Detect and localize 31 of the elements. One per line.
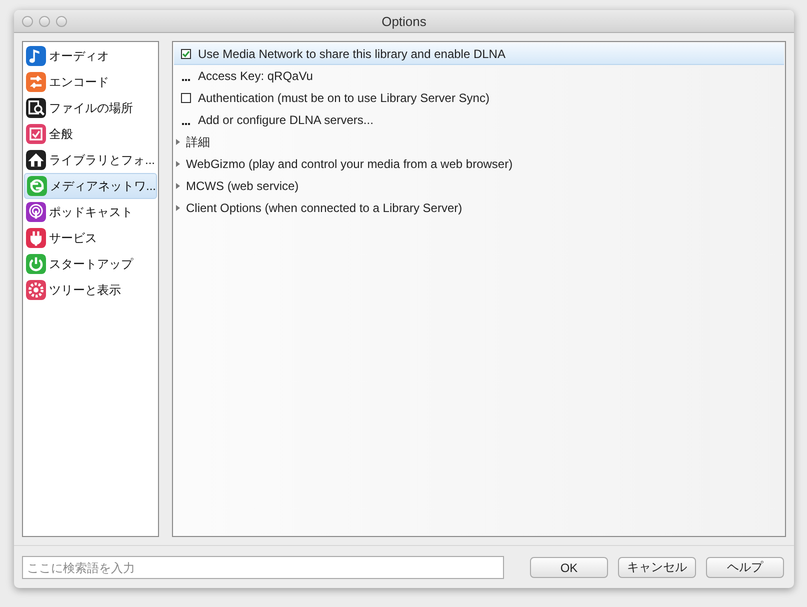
dialog-button[interactable]: OK	[530, 557, 608, 578]
window-title: Options	[382, 14, 426, 28]
ellipsis-icon	[182, 122, 190, 126]
disclosure-triangle-icon[interactable]	[176, 161, 180, 167]
sidebar-item[interactable]: 全般	[24, 121, 157, 147]
dialog-button[interactable]: ヘルプ	[706, 557, 784, 578]
disclosure-triangle-icon[interactable]	[176, 205, 180, 211]
option-link[interactable]: Access Key: qRQaVu	[198, 69, 313, 83]
section-header[interactable]: 詳細	[186, 134, 210, 150]
dialog-button[interactable]: キャンセル	[618, 557, 696, 578]
section-header[interactable]: Client Options (when connected to a Library Server)	[186, 201, 462, 215]
search-field[interactable]: ここに検索語を入力	[22, 556, 504, 579]
checkbox[interactable]	[181, 48, 191, 58]
option-link[interactable]: Add or configure DLNA servers...	[198, 113, 374, 127]
ellipsis-icon	[182, 78, 190, 82]
sidebar-item[interactable]: ライブラリとフォ...	[24, 147, 157, 173]
disclosure-triangle-icon[interactable]	[176, 139, 180, 145]
sidebar-item[interactable]: ポッドキャスト	[24, 199, 157, 225]
checkbox[interactable]	[181, 93, 191, 103]
sidebar-item[interactable]: ツリーと表示	[24, 277, 157, 303]
disclosure-triangle-icon[interactable]	[176, 183, 180, 189]
sidebar-item[interactable]: スタートアップ	[24, 251, 157, 277]
sidebar-item[interactable]: メディアネットワ...	[24, 173, 157, 199]
sidebar-item[interactable]: ファイルの場所	[24, 95, 157, 121]
option-label: Authentication (must be on to use Library Server Sync)	[198, 91, 490, 105]
sidebar-item[interactable]: エンコード	[24, 69, 157, 95]
sidebar-item[interactable]: オーディオ	[24, 43, 157, 69]
sidebar-item[interactable]: サービス	[24, 225, 157, 251]
section-header[interactable]: MCWS (web service)	[186, 179, 299, 193]
option-label: Use Media Network to share this library and enable DLNA	[198, 46, 506, 60]
section-header[interactable]: WebGizmo (play and control your media from a web browser)	[186, 157, 513, 171]
